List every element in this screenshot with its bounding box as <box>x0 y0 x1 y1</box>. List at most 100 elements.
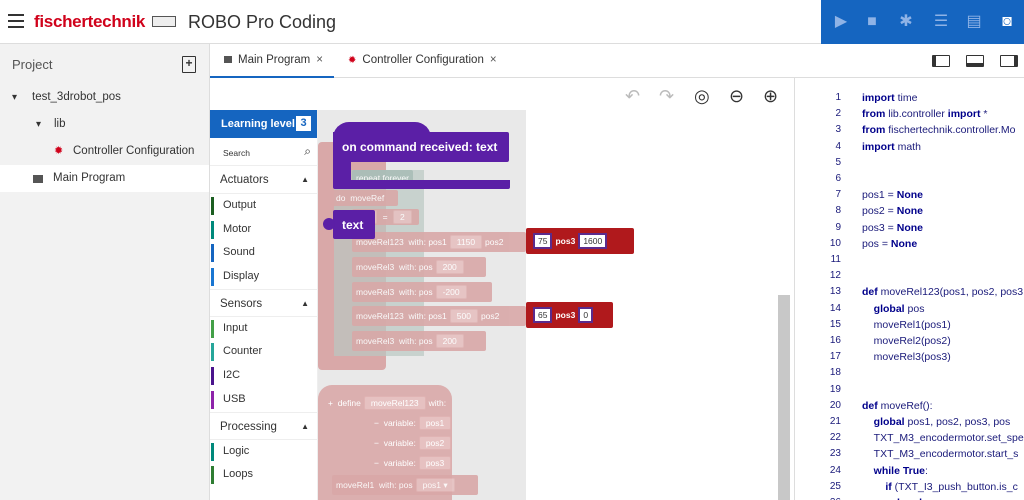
chevron-down-icon[interactable]: ▾ <box>36 111 41 138</box>
value-slot[interactable]: -200 <box>435 285 467 299</box>
moverel123-block-2[interactable]: moveRel123 with: pos1 500 pos2 <box>352 306 526 326</box>
code-line[interactable]: 17 moveRel3(pos3) <box>795 349 1024 365</box>
moverel123-block-highlight-2[interactable]: 65 pos3 0 <box>526 302 613 328</box>
code-line[interactable]: 22 TXT_M3_encodermotor.set_spe <box>795 430 1024 446</box>
search-icon[interactable]: ⌕ <box>304 144 311 159</box>
code-line[interactable]: 21 global pos1, pos2, pos3, pos <box>795 414 1024 430</box>
zoom-out-icon[interactable]: ⊖ <box>729 86 744 107</box>
value-slot[interactable]: 2 <box>392 210 412 224</box>
code-line[interactable]: 23 TXT_M3_encodermotor.start_s <box>795 446 1024 462</box>
controller-icon[interactable]: ◙ <box>997 12 1017 32</box>
value-slot[interactable]: 0 <box>578 307 594 323</box>
zoom-in-icon[interactable]: ⊕ <box>763 86 778 107</box>
tree-item-main-program[interactable]: Main Program <box>0 165 209 192</box>
code-line[interactable]: 26 break <box>795 495 1024 500</box>
stop-icon[interactable]: ■ <box>862 12 882 32</box>
tree-item-project[interactable]: ▾ test_3drobot_pos <box>0 84 209 111</box>
add-file-icon[interactable]: + <box>182 56 196 73</box>
category-processing[interactable]: Processing ▲ <box>210 411 317 440</box>
code-line[interactable]: 4 import math <box>795 139 1024 155</box>
value-slot[interactable]: 200 <box>435 334 464 348</box>
code-line[interactable]: 24 while True: <box>795 463 1024 479</box>
bug-icon[interactable]: ✱ <box>896 12 916 32</box>
tree-item-lib[interactable]: ▾ lib <box>0 111 209 138</box>
code-line[interactable]: 7 pos1 = None <box>795 187 1024 203</box>
moveref-call-block[interactable]: do moveRef <box>332 190 398 206</box>
code-line[interactable]: 8 pos2 = None <box>795 203 1024 219</box>
palette-item-loops[interactable]: Loops <box>210 463 317 487</box>
param-slot[interactable]: pos3 <box>418 456 452 470</box>
moverel3-block-3[interactable]: moveRel3 with: pos 200 <box>352 331 486 351</box>
value-slot[interactable]: pos1 ▾ <box>415 478 455 492</box>
palette-item-logic[interactable]: Logic <box>210 440 317 464</box>
param-slot[interactable]: pos2 <box>418 436 452 450</box>
code-line[interactable]: 10 pos = None <box>795 236 1024 252</box>
value-slot[interactable]: 200 <box>435 260 464 274</box>
define-block[interactable]: + define moveRel123 with: <box>324 395 450 411</box>
palette-item-display[interactable]: Display <box>210 265 317 289</box>
code-line[interactable]: 18 <box>795 365 1024 381</box>
param-row-2[interactable]: − variable: pos2 <box>370 435 458 451</box>
moverel123-block-1[interactable]: moveRel123 with: pos1 1150 pos2 <box>352 232 526 252</box>
palette-item-i2c[interactable]: I2C <box>210 364 317 388</box>
learning-level[interactable]: Learning level 3 <box>210 110 317 138</box>
layout-bottom-icon[interactable] <box>966 55 984 67</box>
center-icon[interactable]: ◎ <box>694 86 710 107</box>
layout-right-icon[interactable] <box>1000 55 1018 67</box>
code-line[interactable]: 3 from fischertechnik.controller.Mo <box>795 122 1024 138</box>
code-line[interactable]: 25 if (TXT_I3_push_button.is_c <box>795 479 1024 495</box>
value-slot[interactable]: 1600 <box>578 233 608 249</box>
code-line[interactable]: 5 <box>795 155 1024 171</box>
close-icon[interactable]: × <box>490 54 497 66</box>
palette-item-output[interactable]: Output <box>210 194 317 218</box>
palette-item-motor[interactable]: Motor <box>210 218 317 242</box>
palette-item-counter[interactable]: Counter <box>210 340 317 364</box>
param-row-1[interactable]: − variable: pos1 <box>370 415 458 431</box>
code-line[interactable]: 20 def moveRef(): <box>795 398 1024 414</box>
text-variable-block[interactable]: text <box>333 210 375 239</box>
file-icon[interactable]: ▤ <box>964 12 984 32</box>
tab-controller-configuration[interactable]: ✹ Controller Configuration × <box>334 44 504 78</box>
param-row-3[interactable]: − variable: pos3 <box>370 455 458 471</box>
workspace-scrollbar[interactable] <box>778 295 790 500</box>
code-line[interactable]: 2 from lib.controller import * <box>795 106 1024 122</box>
event-block[interactable]: on command received: text <box>333 132 509 162</box>
code-line[interactable]: 13 def moveRel123(pos1, pos2, pos3 <box>795 284 1024 300</box>
category-sensors[interactable]: Sensors ▲ <box>210 288 317 317</box>
python-code-panel[interactable]: 1 import time 2 from lib.controller import … <box>794 78 1024 500</box>
moverel3-block-1[interactable]: moveRel3 with: pos 200 <box>352 257 486 277</box>
layout-left-icon[interactable] <box>932 55 950 67</box>
code-line[interactable]: 11 <box>795 252 1024 268</box>
play-icon[interactable]: ▶ <box>831 12 851 32</box>
palette-item-usb[interactable]: USB <box>210 388 317 412</box>
moverel3-block-2[interactable]: moveRel3 with: pos -200 <box>352 282 492 302</box>
moverel1-block[interactable]: moveRel1 with: pos pos1 ▾ <box>332 475 478 495</box>
name-slot[interactable]: moveRel123 <box>363 396 426 410</box>
code-line[interactable]: 1 import time <box>795 90 1024 106</box>
code-line[interactable]: 16 moveRel2(pos2) <box>795 333 1024 349</box>
category-actuators[interactable]: Actuators ▲ <box>210 166 317 194</box>
code-line[interactable]: 14 global pos <box>795 301 1024 317</box>
palette-item-input[interactable]: Input <box>210 317 317 341</box>
close-icon[interactable]: × <box>316 54 323 66</box>
moverel123-block-highlight-1[interactable]: 75 pos3 1600 <box>526 228 634 254</box>
palette-search[interactable]: Search ⌕ <box>210 138 317 166</box>
code-line[interactable]: 6 <box>795 171 1024 187</box>
learning-level-value[interactable]: 3 <box>296 116 311 131</box>
palette-item-sound[interactable]: Sound <box>210 241 317 265</box>
value-slot[interactable]: 500 <box>449 309 478 323</box>
code-line[interactable]: 15 moveRel1(pos1) <box>795 317 1024 333</box>
code-line[interactable]: 12 <box>795 268 1024 284</box>
redo-icon[interactable]: ↷ <box>659 86 674 107</box>
undo-icon[interactable]: ↶ <box>625 86 640 107</box>
value-slot[interactable]: 1150 <box>449 235 483 249</box>
tab-main-program[interactable]: Main Program × <box>210 44 334 78</box>
sliders-icon[interactable]: ☰ <box>931 12 951 32</box>
chevron-down-icon[interactable]: ▾ <box>12 84 17 111</box>
menu-icon[interactable] <box>8 14 24 28</box>
code-line[interactable]: 19 <box>795 382 1024 398</box>
value-slot[interactable]: 75 <box>533 233 553 249</box>
value-slot[interactable]: 65 <box>533 307 553 323</box>
code-line[interactable]: 9 pos3 = None <box>795 220 1024 236</box>
param-slot[interactable]: pos1 <box>418 416 452 430</box>
